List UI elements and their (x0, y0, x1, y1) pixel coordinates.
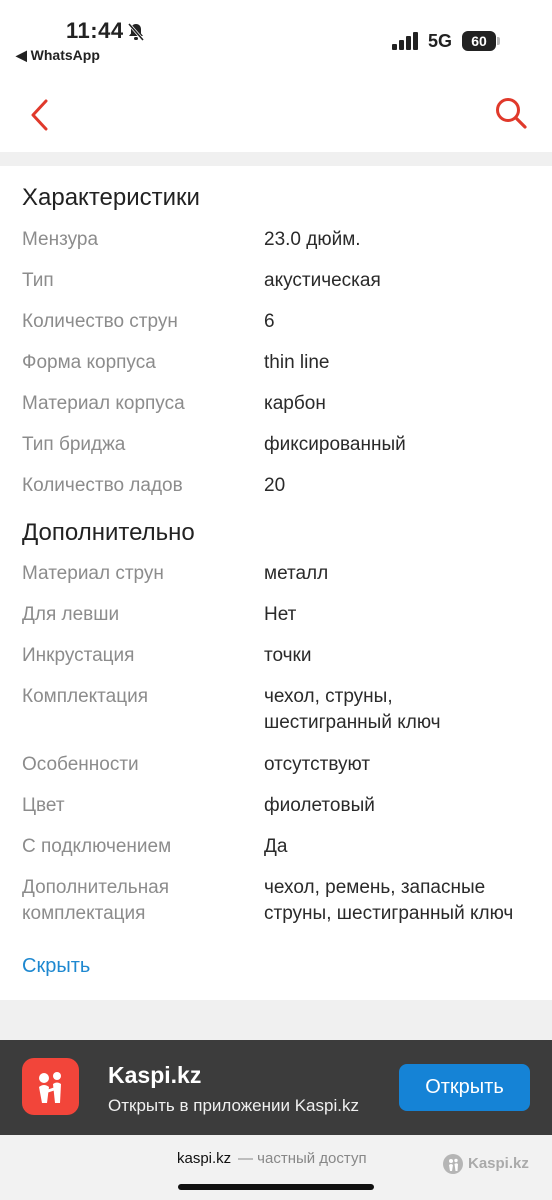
private-browsing-note: — частный доступ (238, 1150, 367, 1167)
back-chevron-icon[interactable] (26, 98, 54, 137)
spec-value: Да (264, 836, 288, 857)
browser-domain[interactable]: kaspi.kz (177, 1150, 231, 1167)
spec-label: Тип бриджа (22, 434, 126, 455)
spec-value: металл (264, 563, 329, 584)
kaspi-logo-icon (442, 1153, 464, 1180)
spec-value: точки (264, 645, 312, 666)
spec-label: Мензура (22, 229, 99, 250)
section-title-additional: Дополнительно (22, 519, 195, 546)
spec-label: Для левши (22, 604, 120, 625)
spec-value: 20 (264, 475, 286, 496)
status-time: 11:44 (66, 18, 124, 43)
spec-label: Комплектация (22, 686, 149, 707)
spec-label: С подключением (22, 836, 172, 857)
spec-label: Форма корпуса (22, 352, 156, 373)
spec-value: фиолетовый (264, 795, 375, 816)
spec-value: 23.0 дюйм. (264, 229, 361, 250)
home-indicator (178, 1184, 374, 1190)
spec-value: 6 (264, 311, 275, 332)
spec-label: Дополнительная комплектация (22, 877, 170, 924)
spec-value: карбон (264, 393, 326, 414)
signal-icon (392, 32, 420, 50)
status-bar: 11:44 ◀ WhatsApp 5G 60 (0, 0, 552, 84)
spec-value: отсутствуют (264, 754, 371, 775)
app-header (0, 84, 552, 152)
spec-label: Количество ладов (22, 475, 183, 496)
spec-label: Инкрустация (22, 645, 135, 666)
search-icon[interactable] (494, 96, 528, 135)
spec-label: Тип (22, 270, 54, 291)
kaspi-app-icon[interactable] (22, 1058, 79, 1115)
bell-off-icon (126, 22, 146, 47)
spec-label: Цвет (22, 795, 65, 816)
banner-subtitle: Открыть в приложении Kaspi.kz (108, 1096, 359, 1115)
spec-value: акустическая (264, 270, 381, 291)
battery-cap (497, 37, 500, 45)
spec-label: Материал корпуса (22, 393, 185, 414)
hide-specs-link[interactable]: Скрыть (22, 955, 90, 978)
spec-value: чехол, ремень, запасные струны, шестигра… (264, 877, 514, 924)
banner-title: Kaspi.kz (108, 1062, 202, 1088)
watermark-text: Kaspi.kz (468, 1155, 529, 1172)
spec-value: фиксированный (264, 434, 406, 455)
spec-label: Материал струн (22, 563, 164, 584)
section-title-characteristics: Характеристики (22, 184, 200, 211)
open-in-app-button[interactable]: Открыть (399, 1064, 530, 1111)
battery-indicator: 60 (462, 31, 496, 51)
back-to-app-link[interactable]: ◀ WhatsApp (16, 47, 100, 64)
spec-label: Количество струн (22, 311, 178, 332)
spec-value: thin line (264, 352, 330, 373)
spec-value: Нет (264, 604, 297, 625)
network-type: 5G (428, 31, 453, 51)
spec-label: Особенности (22, 754, 139, 775)
spec-value: чехол, струны, шестигранный ключ (264, 686, 441, 733)
